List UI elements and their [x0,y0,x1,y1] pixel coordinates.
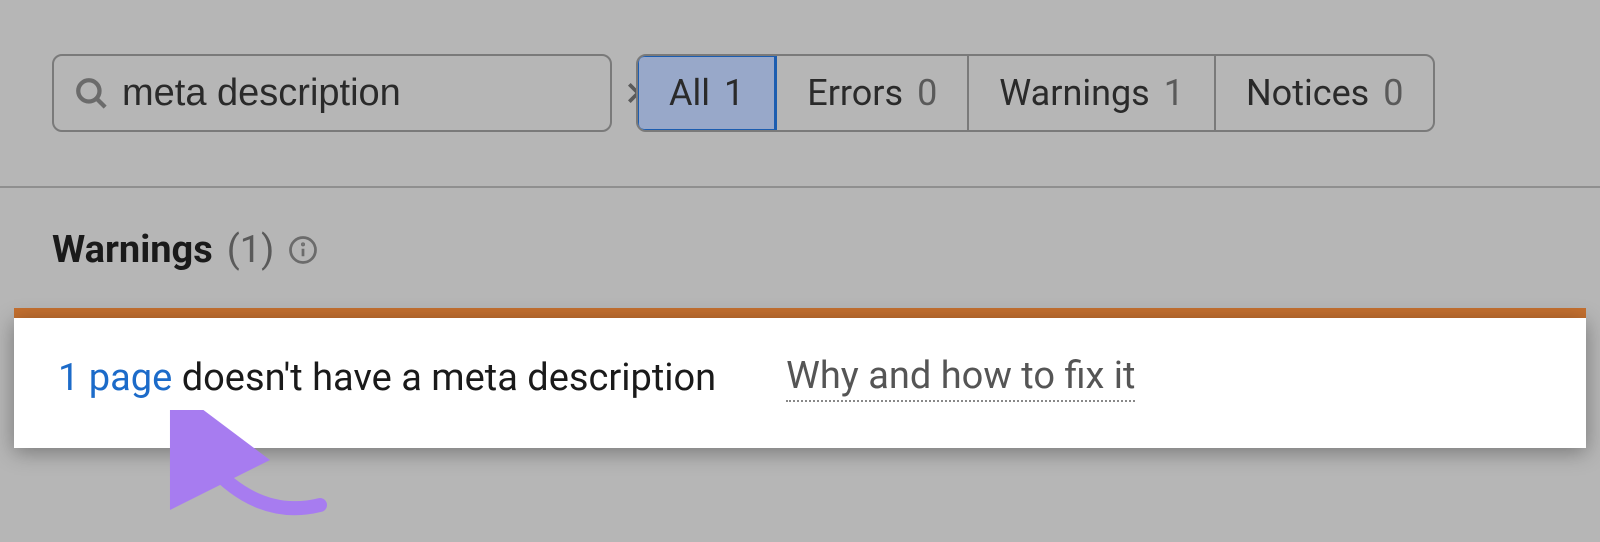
filter-count: 1 [724,72,744,114]
issue-row: 1 page doesn't have a meta description W… [14,318,1586,448]
filter-tab-all[interactable]: All 1 [636,54,777,132]
issue-pages-link[interactable]: 1 page [58,356,172,400]
filter-count: 0 [1383,72,1403,114]
filter-label: Errors [807,72,903,114]
warnings-divider [14,308,1586,318]
filter-label: Warnings [999,72,1149,114]
section-count: (1) [227,228,275,272]
filter-label: Notices [1246,72,1369,114]
search-container[interactable] [52,54,612,132]
filter-tab-notices[interactable]: Notices 0 [1216,56,1434,130]
filter-tab-errors[interactable]: Errors 0 [777,56,969,130]
issue-text: 1 page doesn't have a meta description [58,356,716,400]
filter-tabs: All 1 Errors 0 Warnings 1 Notices 0 [636,54,1435,132]
fix-help-link[interactable]: Why and how to fix it [786,354,1135,402]
info-icon[interactable] [288,235,318,265]
filter-tab-warnings[interactable]: Warnings 1 [969,56,1216,130]
search-icon [74,76,108,110]
filter-label: All [669,72,710,114]
search-input[interactable] [108,72,625,115]
section-title: Warnings [52,228,213,272]
filter-count: 1 [1164,72,1184,114]
top-bar: All 1 Errors 0 Warnings 1 Notices 0 [0,0,1600,188]
filter-count: 0 [917,72,937,114]
section-header: Warnings (1) [0,188,1600,308]
issue-description: doesn't have a meta description [172,356,716,400]
